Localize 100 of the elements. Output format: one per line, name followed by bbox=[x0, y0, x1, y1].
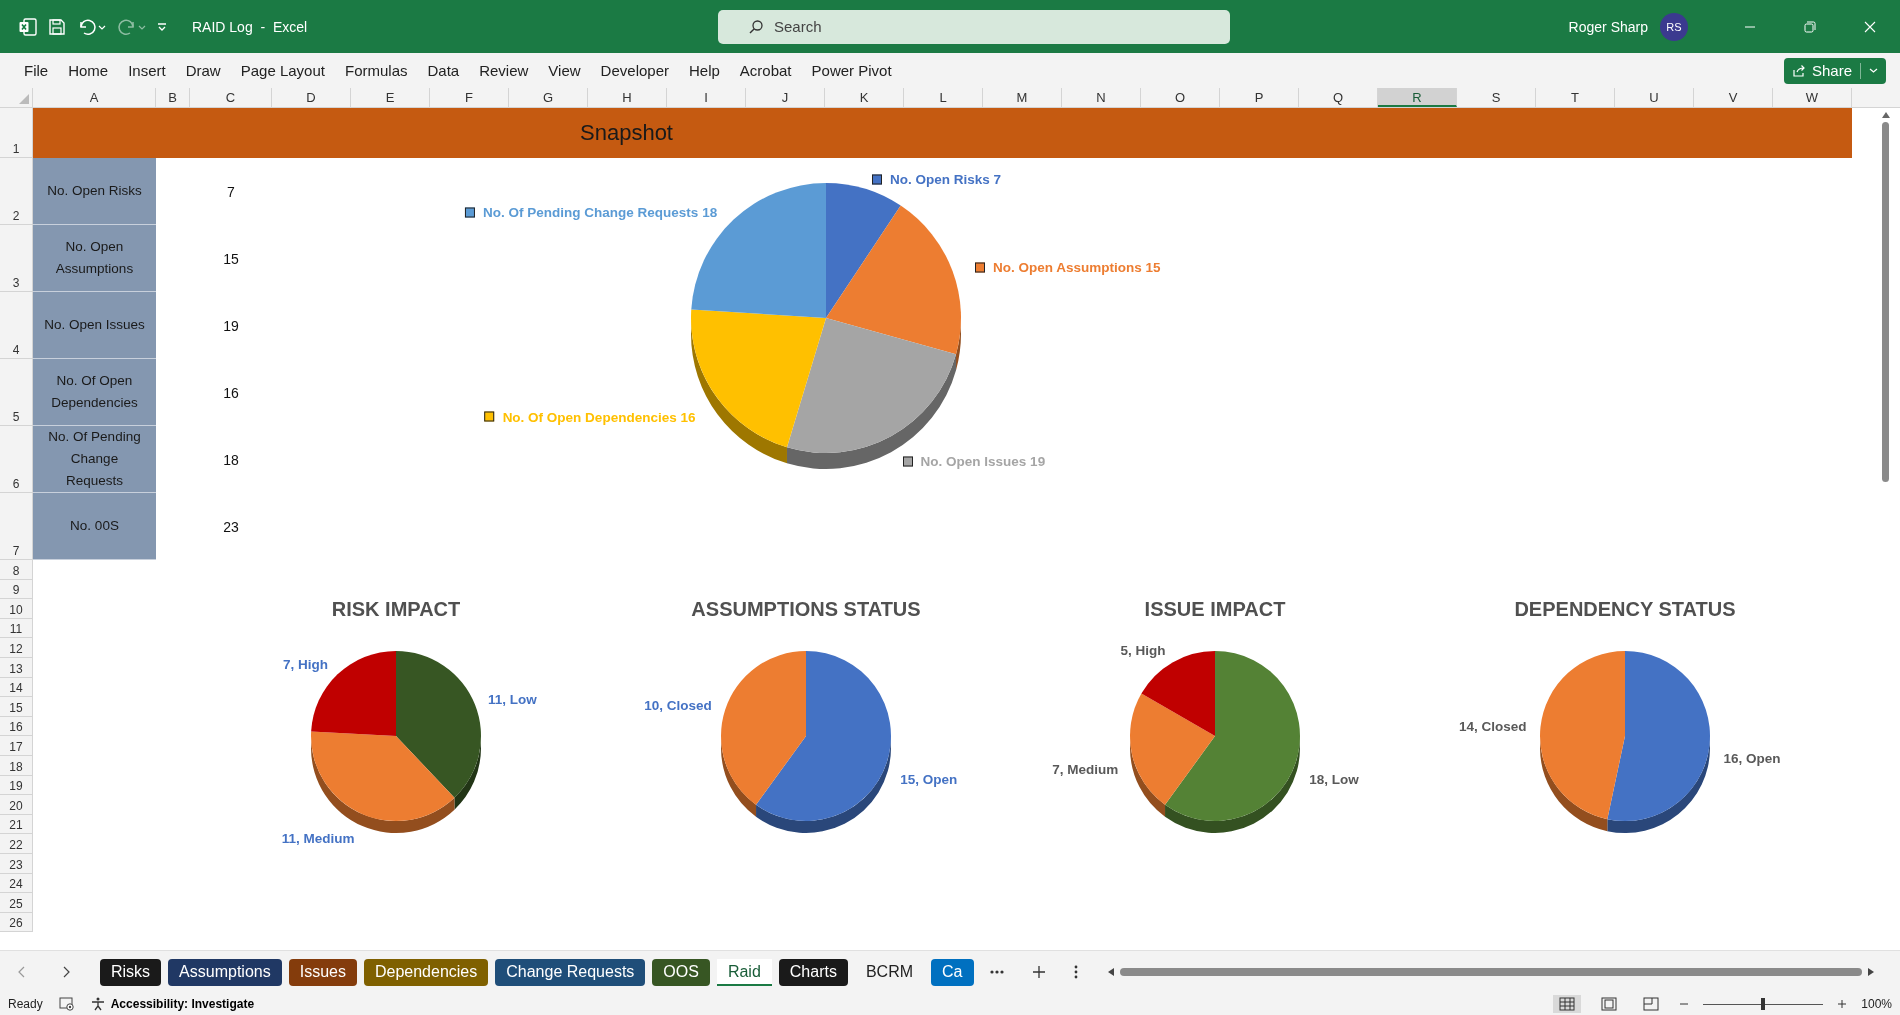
table-cell: No. Open Assumptions bbox=[33, 225, 156, 292]
close-icon[interactable] bbox=[1864, 20, 1876, 33]
row-header[interactable]: 3 bbox=[0, 225, 33, 292]
column-header[interactable]: E bbox=[351, 88, 430, 107]
row-header[interactable]: 1 bbox=[0, 108, 33, 158]
row-header[interactable]: 10 bbox=[0, 599, 33, 619]
sheet-tab[interactable]: Assumptions bbox=[168, 958, 282, 986]
row-header[interactable]: 2 bbox=[0, 158, 33, 225]
column-header[interactable]: R bbox=[1378, 88, 1457, 107]
more-sheets-icon[interactable] bbox=[989, 970, 1004, 974]
sheet-tab[interactable]: Raid bbox=[716, 958, 772, 986]
macro-recording-icon[interactable] bbox=[58, 997, 75, 1011]
column-header[interactable]: C bbox=[190, 88, 272, 107]
status-text: Ready bbox=[8, 997, 43, 1011]
menu-tab[interactable]: Page Layout bbox=[230, 58, 335, 83]
column-header[interactable]: T bbox=[1536, 88, 1615, 107]
sheet-tab[interactable]: Charts bbox=[778, 958, 848, 986]
menu-tab[interactable]: View bbox=[538, 58, 591, 83]
data-label: No. Open Assumptions 15 bbox=[993, 259, 1161, 275]
table-cell: No. Open Issues bbox=[33, 292, 156, 359]
menu-tab[interactable]: Formulas bbox=[334, 58, 418, 83]
row-header[interactable]: 6 bbox=[0, 426, 33, 493]
save-icon[interactable] bbox=[48, 17, 66, 36]
scroll-up-icon[interactable] bbox=[1881, 112, 1890, 118]
scroll-thumb[interactable] bbox=[1119, 968, 1862, 976]
menu-tab[interactable]: Home bbox=[58, 58, 119, 83]
menu-tab[interactable]: Data bbox=[417, 58, 470, 83]
user-name[interactable]: Roger Sharp bbox=[1568, 18, 1648, 35]
data-label: No. Of Open Dependencies 16 bbox=[502, 409, 696, 425]
column-header[interactable]: J bbox=[746, 88, 825, 107]
zoom-in-icon[interactable] bbox=[1837, 999, 1848, 1009]
column-header[interactable]: B bbox=[156, 88, 190, 107]
menu-tab[interactable]: Help bbox=[679, 58, 730, 83]
sheet-tab[interactable]: Risks bbox=[100, 958, 162, 986]
column-header[interactable]: I bbox=[667, 88, 746, 107]
scroll-right-icon[interactable] bbox=[1868, 968, 1874, 976]
zoom-level[interactable]: 100% bbox=[1861, 997, 1892, 1011]
spreadsheet-app-icon[interactable] bbox=[18, 16, 38, 37]
table-cell-text: 15 bbox=[222, 249, 240, 269]
menu-tab[interactable]: Developer bbox=[590, 58, 679, 83]
caret-icon bbox=[1869, 66, 1878, 75]
row-header[interactable]: 8 bbox=[0, 560, 33, 580]
chart-title: RISK IMPACT bbox=[330, 598, 462, 621]
share-button[interactable]: Share bbox=[1783, 57, 1886, 84]
column-header[interactable]: M bbox=[983, 88, 1062, 107]
previous-sheet-icon[interactable] bbox=[18, 966, 26, 978]
menu-tab[interactable]: Review bbox=[469, 58, 539, 83]
slider-thumb[interactable] bbox=[1761, 998, 1766, 1010]
table-cell-text: 19 bbox=[222, 316, 240, 336]
column-header[interactable]: P bbox=[1220, 88, 1299, 107]
column-header[interactable]: N bbox=[1062, 88, 1141, 107]
next-sheet-icon[interactable] bbox=[62, 966, 70, 978]
add-sheet-icon[interactable] bbox=[1031, 965, 1046, 979]
row-header[interactable]: 15 bbox=[0, 697, 33, 717]
row-header[interactable]: 4 bbox=[0, 292, 33, 359]
data-label: 11, Low bbox=[487, 691, 537, 707]
menu-tab[interactable]: File bbox=[14, 58, 59, 83]
table-cell-text: 16 bbox=[222, 383, 240, 403]
column-header[interactable]: W bbox=[1773, 88, 1852, 107]
column-header[interactable]: F bbox=[430, 88, 509, 107]
column-header[interactable]: V bbox=[1694, 88, 1773, 107]
menu-tab[interactable]: Power Pivot bbox=[801, 58, 902, 83]
column-header[interactable]: S bbox=[1457, 88, 1536, 107]
options-icon[interactable] bbox=[1073, 965, 1078, 979]
user-avatar[interactable]: RS bbox=[1660, 12, 1688, 41]
sheet-tab[interactable]: Ca bbox=[931, 958, 974, 986]
column-header[interactable]: L bbox=[904, 88, 983, 107]
row-header[interactable]: 12 bbox=[0, 638, 33, 658]
row-header[interactable]: 7 bbox=[0, 493, 33, 560]
sheet-tab[interactable]: Change Requests bbox=[495, 958, 646, 986]
column-header[interactable]: G bbox=[509, 88, 588, 107]
accessibility-button[interactable]: Accessibility: Investigate bbox=[90, 997, 255, 1011]
sheet-tab[interactable]: BCRM bbox=[854, 958, 925, 986]
column-header[interactable]: O bbox=[1141, 88, 1220, 107]
row-header[interactable]: 5 bbox=[0, 359, 33, 426]
row-header[interactable]: 17 bbox=[0, 736, 33, 756]
restore-icon[interactable] bbox=[1804, 20, 1816, 33]
scroll-left-icon[interactable] bbox=[1107, 968, 1114, 976]
redo-icon[interactable] bbox=[116, 17, 146, 36]
row-header[interactable]: 22 bbox=[0, 834, 33, 854]
column-header[interactable]: U bbox=[1615, 88, 1694, 107]
row-header[interactable]: 25 bbox=[0, 893, 33, 913]
menu-tab[interactable]: Insert bbox=[118, 58, 176, 83]
menu-tab[interactable]: Acrobat bbox=[729, 58, 802, 83]
scroll-thumb[interactable] bbox=[1882, 122, 1889, 482]
search-icon bbox=[748, 18, 764, 35]
column-header[interactable]: D bbox=[272, 88, 351, 107]
search-field[interactable]: Search bbox=[718, 9, 1230, 44]
row-header[interactable]: 20 bbox=[0, 795, 33, 815]
normal-view-icon[interactable] bbox=[1553, 995, 1582, 1013]
data-label: 7, High bbox=[282, 656, 328, 672]
column-header[interactable]: K bbox=[825, 88, 904, 107]
sheet-tab[interactable]: Dependencies bbox=[363, 958, 489, 986]
column-header[interactable]: A bbox=[33, 88, 156, 107]
column-header[interactable]: H bbox=[588, 88, 667, 107]
customize-caret-icon[interactable] bbox=[156, 20, 168, 33]
menu-tab[interactable]: Draw bbox=[175, 58, 231, 83]
sheet-tab[interactable]: OOS bbox=[652, 958, 710, 986]
chart-title: ASSUMPTIONS STATUS bbox=[690, 598, 922, 621]
sheet-tab[interactable]: Issues bbox=[288, 958, 357, 986]
